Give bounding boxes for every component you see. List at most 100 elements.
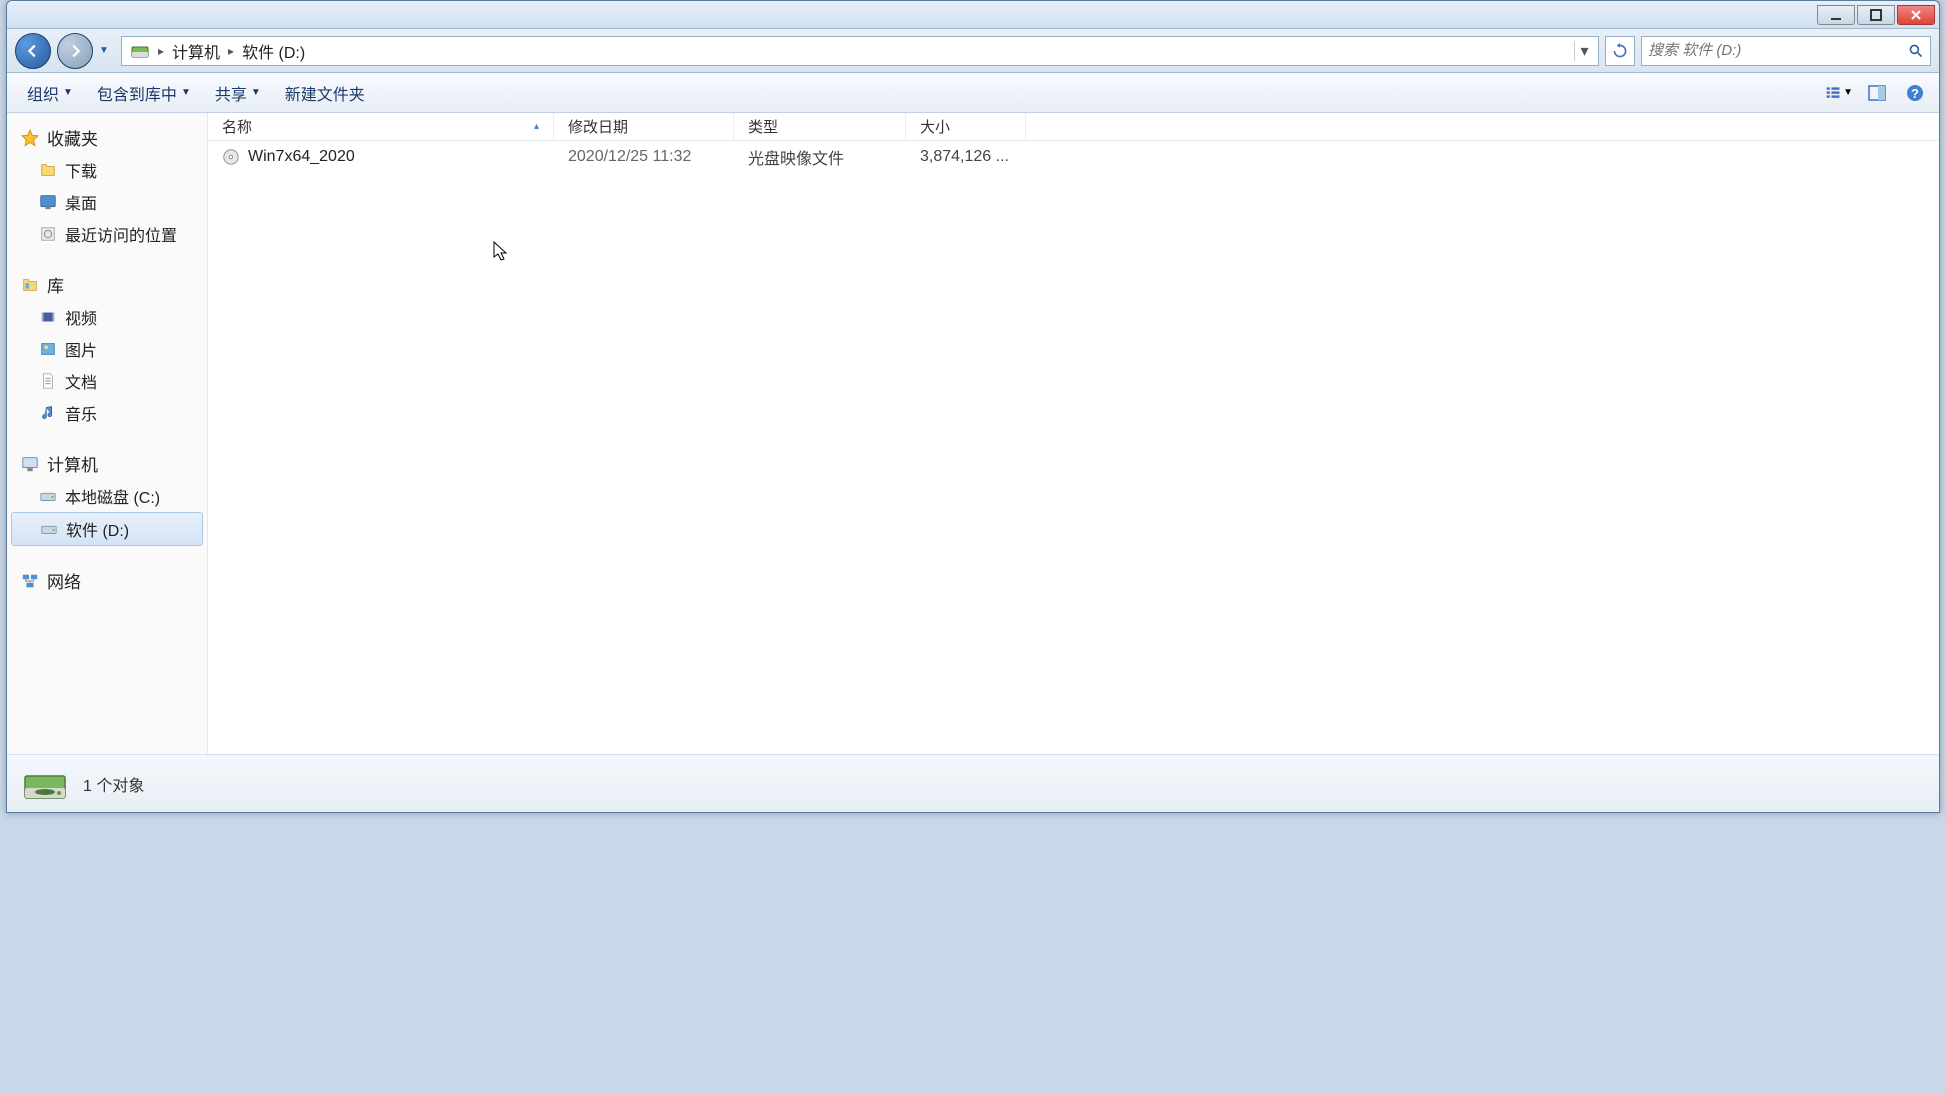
back-button[interactable]: [15, 33, 51, 69]
star-icon: [21, 129, 39, 147]
window-controls: [1817, 5, 1935, 25]
sidebar-computer-group: 计算机 本地磁盘 (C:) 软件 (D:): [7, 447, 207, 546]
file-date-cell: 2020/12/25 11:32: [554, 148, 734, 166]
minimize-button[interactable]: [1817, 5, 1855, 25]
sidebar-item-drive-d[interactable]: 软件 (D:): [11, 512, 203, 546]
music-label: 音乐: [65, 401, 97, 425]
music-icon: [39, 404, 57, 422]
recent-label: 最近访问的位置: [65, 222, 177, 246]
sidebar-libraries-group: 库 视频 图片 文档 音乐: [7, 268, 207, 429]
file-name-label: Win7x64_2020: [248, 148, 355, 166]
recent-places-icon: [39, 225, 57, 243]
downloads-icon: [39, 161, 57, 179]
sidebar-network-group: 网络: [7, 564, 207, 597]
help-button[interactable]: ?: [1901, 79, 1929, 107]
breadcrumb[interactable]: ▸ 计算机 ▸ 软件 (D:) ▾: [121, 36, 1599, 66]
share-label: 共享: [215, 81, 247, 105]
titlebar[interactable]: [7, 1, 1939, 29]
view-mode-button[interactable]: ▼: [1825, 79, 1853, 107]
pictures-label: 图片: [65, 337, 97, 361]
breadcrumb-separator: ▸: [158, 44, 164, 58]
nav-history-dropdown[interactable]: ▼: [99, 45, 115, 56]
videos-icon: [39, 308, 57, 326]
column-type-label: 类型: [748, 116, 778, 137]
file-type-cell: 光盘映像文件: [734, 145, 906, 169]
drive-d-icon: [40, 520, 58, 538]
drive-d-label: 软件 (D:): [66, 517, 129, 541]
sidebar: 收藏夹 下载 桌面 最近访问的位置 库: [7, 113, 208, 754]
documents-label: 文档: [65, 369, 97, 393]
column-size[interactable]: 大小: [906, 113, 1026, 140]
status-bar: 1 个对象: [7, 754, 1939, 812]
downloads-label: 下载: [65, 158, 97, 182]
drive-icon: [130, 41, 150, 61]
column-date-label: 修改日期: [568, 116, 628, 137]
organize-label: 组织: [27, 81, 59, 105]
computer-icon: [21, 455, 39, 473]
desktop-icon: [39, 193, 57, 211]
maximize-button[interactable]: [1857, 5, 1895, 25]
column-name-label: 名称: [222, 116, 252, 137]
sidebar-item-videos[interactable]: 视频: [7, 301, 207, 333]
file-view: 名称 ▴ 修改日期 类型 大小 Win7x6: [208, 113, 1939, 754]
videos-label: 视频: [65, 305, 97, 329]
drive-c-icon: [39, 487, 57, 505]
breadcrumb-separator: ▸: [228, 44, 234, 58]
close-button[interactable]: [1897, 5, 1935, 25]
explorer-window: ▼ ▸ 计算机 ▸ 软件 (D:) ▾ 组织▼ 包含到库中▼: [6, 0, 1940, 813]
desktop-label: 桌面: [65, 190, 97, 214]
file-date-label: 2020/12/25 11:32: [568, 148, 691, 166]
breadcrumb-item-drive[interactable]: 软件 (D:): [238, 37, 309, 65]
sidebar-item-recent[interactable]: 最近访问的位置: [7, 218, 207, 250]
breadcrumb-dropdown[interactable]: ▾: [1574, 41, 1594, 61]
preview-pane-button[interactable]: [1863, 79, 1891, 107]
sidebar-computer-header[interactable]: 计算机: [7, 447, 207, 480]
breadcrumb-item-computer[interactable]: 计算机: [168, 37, 224, 65]
documents-icon: [39, 372, 57, 390]
libraries-icon: [21, 276, 39, 294]
svg-text:?: ?: [1911, 86, 1919, 101]
refresh-button[interactable]: [1605, 36, 1635, 66]
share-button[interactable]: 共享▼: [205, 77, 271, 109]
sidebar-item-music[interactable]: 音乐: [7, 397, 207, 429]
search-input[interactable]: [1648, 42, 1908, 59]
sidebar-item-drive-c[interactable]: 本地磁盘 (C:): [7, 480, 207, 512]
forward-button[interactable]: [57, 33, 93, 69]
file-row[interactable]: Win7x64_2020 2020/12/25 11:32 光盘映像文件 3,8…: [208, 141, 1939, 173]
column-date[interactable]: 修改日期: [554, 113, 734, 140]
network-icon: [21, 572, 39, 590]
pictures-icon: [39, 340, 57, 358]
sidebar-item-documents[interactable]: 文档: [7, 365, 207, 397]
column-type[interactable]: 类型: [734, 113, 906, 140]
newfolder-label: 新建文件夹: [285, 81, 365, 105]
explorer-body: 收藏夹 下载 桌面 最近访问的位置 库: [7, 113, 1939, 754]
new-folder-button[interactable]: 新建文件夹: [275, 77, 375, 109]
include-library-button[interactable]: 包含到库中▼: [87, 77, 201, 109]
computer-label: 计算机: [47, 451, 98, 476]
file-size-label: 3,874,126 ...: [920, 148, 1009, 166]
column-name[interactable]: 名称 ▴: [208, 113, 554, 140]
file-name-cell: Win7x64_2020: [208, 148, 554, 166]
sidebar-item-desktop[interactable]: 桌面: [7, 186, 207, 218]
address-bar: ▼ ▸ 计算机 ▸ 软件 (D:) ▾: [7, 29, 1939, 73]
column-size-label: 大小: [920, 116, 950, 137]
favorites-label: 收藏夹: [47, 125, 98, 150]
sidebar-favorites-header[interactable]: 收藏夹: [7, 121, 207, 154]
status-text: 1 个对象: [83, 772, 144, 796]
column-headers: 名称 ▴ 修改日期 类型 大小: [208, 113, 1939, 141]
drive-status-icon: [21, 760, 69, 808]
network-label: 网络: [47, 568, 81, 593]
include-label: 包含到库中: [97, 81, 177, 105]
sidebar-item-downloads[interactable]: 下载: [7, 154, 207, 186]
sidebar-item-pictures[interactable]: 图片: [7, 333, 207, 365]
sidebar-libraries-header[interactable]: 库: [7, 268, 207, 301]
mouse-cursor: [493, 241, 511, 268]
file-type-label: 光盘映像文件: [748, 145, 844, 169]
organize-button[interactable]: 组织▼: [17, 77, 83, 109]
sidebar-favorites-group: 收藏夹 下载 桌面 最近访问的位置: [7, 121, 207, 250]
sidebar-network-header[interactable]: 网络: [7, 564, 207, 597]
search-box[interactable]: [1641, 36, 1931, 66]
drive-c-label: 本地磁盘 (C:): [65, 484, 160, 508]
iso-file-icon: [222, 148, 240, 166]
search-icon: [1908, 43, 1924, 59]
